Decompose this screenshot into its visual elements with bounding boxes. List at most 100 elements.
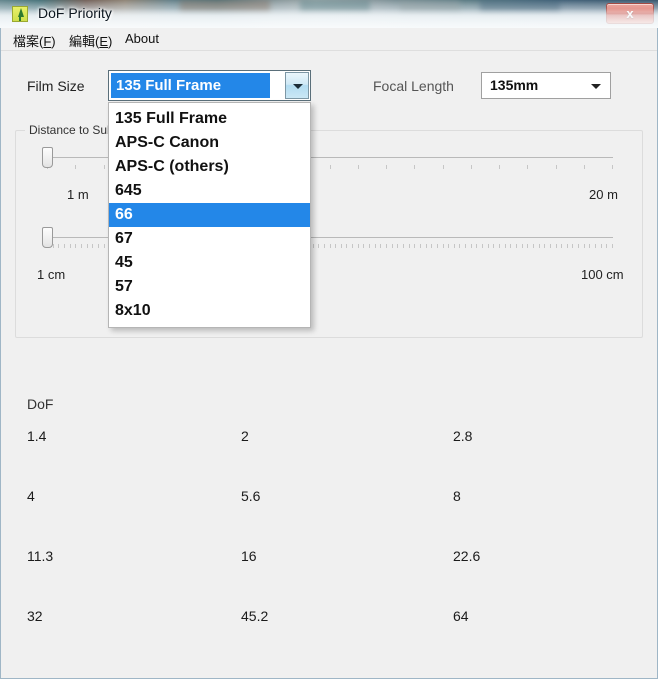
slider-tick	[561, 244, 562, 248]
slider-tick	[527, 165, 528, 169]
film-size-option-label: 66	[115, 206, 133, 223]
slider-tick	[313, 244, 314, 248]
slider-tick	[522, 244, 523, 248]
chevron-down-icon	[591, 84, 601, 89]
title-bar: DoF Priority x	[0, 0, 658, 29]
dof-value: 1.4	[27, 428, 47, 444]
slider-tick	[324, 244, 325, 248]
film-size-option[interactable]: 645	[109, 179, 310, 203]
slider-tick	[98, 244, 99, 248]
film-size-label: Film Size	[27, 78, 85, 94]
slider-tick	[104, 244, 105, 248]
film-size-option[interactable]: 57	[109, 275, 310, 299]
focal-length-label: Focal Length	[373, 78, 454, 94]
slider-tick	[556, 165, 557, 169]
slider-tick	[358, 165, 359, 169]
slider-tick	[380, 244, 381, 248]
dof-value: 2.8	[453, 428, 473, 444]
chevron-down-icon	[293, 84, 303, 89]
film-size-option[interactable]: APS-C (others)	[109, 155, 310, 179]
menu-item-file[interactable]: 檔案(F)	[13, 31, 56, 50]
film-size-option-label: APS-C Canon	[115, 134, 219, 151]
client-area: 檔案(F) 編輯(E) About Film Size 135 Full Fra…	[0, 28, 658, 679]
slider-tick	[505, 244, 506, 248]
film-size-combobox[interactable]: 135 Full Frame	[108, 70, 311, 101]
slider-tick	[459, 244, 460, 248]
slider-tick	[330, 165, 331, 169]
film-size-dropdown-list[interactable]: 135 Full Frame APS-C Canon APS-C (others) 6…	[108, 102, 311, 328]
slider-tick	[431, 244, 432, 248]
film-size-dropdown-button[interactable]	[285, 72, 309, 99]
slider-tick	[493, 244, 494, 248]
slider-tick	[70, 244, 71, 248]
slider-tick	[454, 244, 455, 248]
slider-tick	[75, 165, 76, 169]
slider-tick	[510, 244, 511, 248]
distance-meters-slider-handle[interactable]	[42, 147, 53, 168]
film-size-option-label: 135 Full Frame	[115, 110, 228, 127]
distance-meters-max-label: 20 m	[589, 187, 618, 202]
slider-tick	[567, 244, 568, 248]
slider-tick	[556, 244, 557, 248]
film-size-option-label: 57	[115, 278, 133, 295]
slider-tick	[499, 165, 500, 169]
slider-tick	[539, 244, 540, 248]
menu-item-edit[interactable]: 編輯(E)	[69, 31, 112, 50]
dof-value: 2	[241, 428, 249, 444]
slider-tick	[578, 244, 579, 248]
slider-tick	[595, 244, 596, 248]
slider-tick	[572, 244, 573, 248]
close-button[interactable]: x	[606, 3, 654, 24]
slider-tick	[471, 244, 472, 248]
slider-tick	[392, 244, 393, 248]
slider-tick	[346, 244, 347, 248]
slider-tick	[75, 244, 76, 248]
slider-tick	[584, 165, 585, 169]
dof-value: 16	[241, 548, 257, 564]
distance-centimeters-max-label: 100 cm	[581, 267, 624, 282]
film-size-option[interactable]: 67	[109, 227, 310, 251]
film-size-option[interactable]: 66	[109, 203, 310, 227]
focal-length-selected-value: 135mm	[490, 77, 539, 93]
film-size-option[interactable]: APS-C Canon	[109, 131, 310, 155]
film-size-option-label: 8x10	[115, 302, 151, 319]
distance-centimeters-slider-handle[interactable]	[42, 227, 53, 248]
dof-value: 32	[27, 608, 43, 624]
focal-length-combobox[interactable]: 135mm	[481, 72, 611, 99]
slider-tick	[443, 244, 444, 248]
slider-tick	[369, 244, 370, 248]
slider-tick	[601, 244, 602, 248]
close-icon: x	[626, 6, 634, 21]
distance-meters-min-label: 1 m	[67, 187, 89, 202]
film-size-option[interactable]: 8x10	[109, 299, 310, 323]
slider-tick	[414, 244, 415, 248]
slider-tick	[426, 244, 427, 248]
slider-tick	[375, 244, 376, 248]
slider-tick	[335, 244, 336, 248]
film-size-option-label: 645	[115, 182, 142, 199]
slider-tick	[471, 165, 472, 169]
slider-tick	[104, 165, 105, 169]
slider-tick	[318, 244, 319, 248]
slider-tick	[443, 165, 444, 169]
slider-tick	[409, 244, 410, 248]
dof-value: 8	[453, 488, 461, 504]
slider-tick	[527, 244, 528, 248]
slider-tick	[81, 244, 82, 248]
slider-tick	[386, 244, 387, 248]
dof-value: 64	[453, 608, 469, 624]
slider-tick	[448, 244, 449, 248]
film-size-option[interactable]: 45	[109, 251, 310, 275]
slider-tick	[403, 244, 404, 248]
film-size-selected-value: 135 Full Frame	[111, 73, 270, 98]
slider-tick	[533, 244, 534, 248]
slider-tick	[87, 244, 88, 248]
film-size-option[interactable]: 135 Full Frame	[109, 107, 310, 131]
distance-group-label: Distance to Sub	[25, 123, 118, 137]
slider-tick	[397, 244, 398, 248]
slider-tick	[606, 244, 607, 248]
slider-tick	[386, 165, 387, 169]
slider-tick	[53, 244, 54, 248]
slider-tick	[482, 244, 483, 248]
menu-item-about[interactable]: About	[125, 31, 159, 46]
